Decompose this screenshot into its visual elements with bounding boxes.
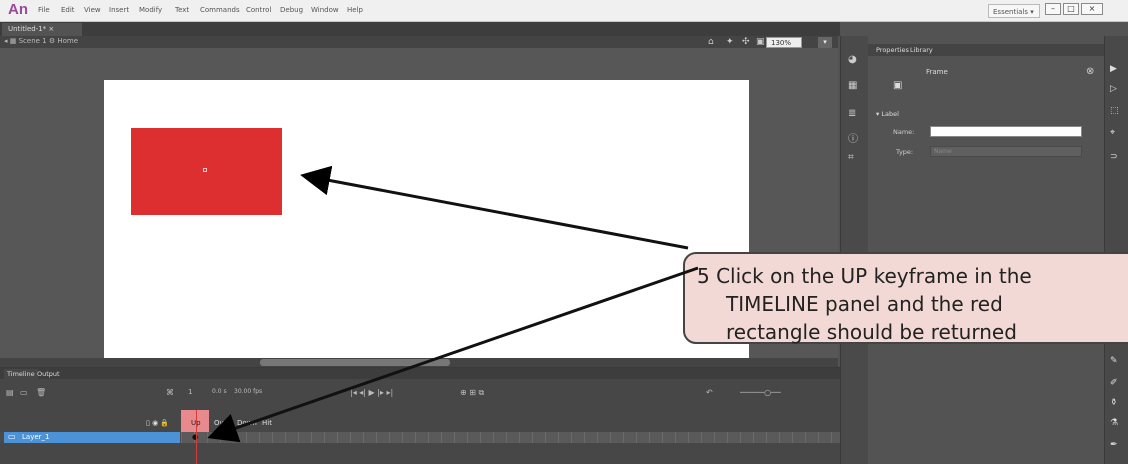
menu-insert[interactable]: Insert (109, 6, 129, 14)
help-icon[interactable]: ⊗ (1086, 66, 1094, 77)
ink-bottle-icon[interactable]: ⚗ (1110, 418, 1118, 428)
tab-timeline[interactable]: Timeline (4, 369, 38, 379)
scene-label[interactable]: Scene 1 (19, 37, 47, 45)
timeline-tab-bar (0, 368, 840, 379)
center-stage-icon[interactable]: ✣ (742, 37, 750, 47)
clip-icon[interactable]: ▣ (756, 37, 765, 47)
type-label: Type: (896, 148, 914, 156)
frame-ruler (0, 418, 840, 430)
elapsed-time: 0.0 s (212, 388, 227, 395)
breadcrumb: ◂ ▦ Scene 1 ⚙ Home (4, 37, 78, 45)
menu-commands[interactable]: Commands (200, 6, 240, 14)
menu-debug[interactable]: Debug (280, 6, 303, 14)
menu-window[interactable]: Window (311, 6, 339, 14)
timeline-toolbar (0, 381, 840, 405)
layer-name[interactable]: Layer_1 (22, 433, 49, 441)
callout-line-1: 5 Click on the UP keyframe in the (697, 264, 1032, 288)
menu-help[interactable]: Help (347, 6, 363, 14)
document-tab-bar (0, 22, 840, 36)
scrollbar-thumb[interactable] (260, 359, 450, 366)
workspace-switcher[interactable]: Essentials ▾ (988, 4, 1040, 18)
symbol-label[interactable]: Home (57, 37, 78, 45)
zoom-dropdown[interactable]: ▾ (818, 37, 832, 48)
properties-title: Frame (926, 68, 948, 76)
new-layer-icon[interactable]: ▤ (6, 388, 14, 397)
menu-control[interactable]: Control (246, 6, 271, 14)
callout-line-3: rectangle should be returned (726, 320, 1017, 344)
align-icon[interactable]: ≣ (848, 108, 856, 119)
callout-text: 5 Click on the UP keyframe in the TIMELI… (697, 262, 1128, 346)
menu-edit[interactable]: Edit (61, 6, 75, 14)
callout-line-2: TIMELINE panel and the red (726, 292, 1003, 316)
zoom-field[interactable]: 130% (766, 37, 802, 48)
frame-header-over[interactable]: Over (214, 419, 231, 427)
edit-scene-icon[interactable]: ⌂ (708, 37, 714, 47)
tab-library[interactable]: Library (910, 46, 933, 54)
transform-icon[interactable]: ⌗ (848, 152, 854, 163)
workspace-label: Essentials (993, 8, 1029, 16)
panel-icon-column (840, 36, 868, 464)
menu-bar (0, 0, 1128, 22)
frame-cells[interactable] (181, 432, 840, 443)
lasso-icon[interactable]: ⊃ (1110, 152, 1118, 162)
playback-controls-icon[interactable]: |◂ ◂| ▶ |▸ ▸| (350, 388, 393, 397)
properties-panel (868, 36, 1104, 464)
free-transform-icon[interactable]: ⬚ (1110, 106, 1119, 116)
menu-text[interactable]: Text (175, 6, 189, 14)
zoom-slider[interactable]: ─────○── (740, 388, 781, 397)
layer-toggle-icons[interactable]: ▯ ◉ 🔒 (146, 419, 169, 427)
maximize-button[interactable]: □ (1063, 3, 1079, 15)
stage-canvas[interactable] (104, 80, 749, 360)
onion-skin-icon[interactable]: ⌘ (166, 388, 174, 397)
document-tab[interactable]: Untitled-1* × (2, 23, 82, 36)
playhead[interactable] (196, 410, 197, 464)
frame-rate[interactable]: 30.00 fps (234, 388, 262, 395)
edit-symbol-icon[interactable]: ✦ (726, 37, 734, 47)
menu-file[interactable]: File (38, 6, 50, 14)
new-folder-icon[interactable]: ▭ (20, 388, 28, 397)
layer-icon: ▭ (8, 432, 16, 441)
type-select[interactable]: Name (930, 146, 1082, 157)
selection-tool-icon[interactable]: ▶ (1110, 64, 1117, 74)
name-label: Name: (893, 128, 915, 136)
menu-modify[interactable]: Modify (139, 6, 162, 14)
label-section-title: Label (881, 110, 899, 118)
subselection-tool-icon[interactable]: ▷ (1110, 84, 1117, 94)
undo-icon[interactable]: ↶ (706, 388, 713, 397)
brush-icon[interactable]: ✐ (1110, 378, 1118, 388)
close-button[interactable]: × (1081, 3, 1103, 15)
menu-view[interactable]: View (84, 6, 101, 14)
scene-icon: ▦ (9, 37, 17, 45)
keyframe-over[interactable]: ● (221, 433, 227, 441)
tab-properties[interactable]: Properties (876, 46, 909, 54)
info-icon[interactable]: ⓘ (848, 130, 858, 145)
registration-point (203, 168, 207, 172)
swatches-icon[interactable]: ▦ (848, 80, 857, 91)
label-section-header[interactable]: ▾ Label (876, 110, 899, 118)
name-field[interactable] (930, 126, 1082, 137)
edit-multiple-frames-icon[interactable]: ⊕ ⊞ ⧉ (460, 388, 484, 398)
current-frame: 1 (188, 388, 193, 396)
delete-layer-icon[interactable]: 🗑 (36, 388, 46, 397)
eyedropper-icon[interactable]: ✒ (1110, 440, 1118, 450)
paint-bucket-icon[interactable]: ⚱ (1110, 398, 1118, 408)
frame-header-hit[interactable]: Hit (262, 419, 272, 427)
minimize-button[interactable]: – (1045, 3, 1061, 15)
pencil-icon[interactable]: ✎ (1110, 356, 1118, 366)
app-logo: An (8, 1, 28, 18)
tab-output[interactable]: Output (34, 369, 63, 379)
symbol-icon: ⚙ (48, 37, 56, 45)
frame-icon: ▣ (893, 80, 903, 91)
color-panel-icon[interactable]: ◕ (848, 54, 857, 65)
3d-rotation-icon[interactable]: ⌖ (1110, 128, 1115, 138)
frame-header-down[interactable]: Down (237, 419, 257, 427)
back-arrow-icon[interactable]: ◂ (4, 37, 8, 45)
